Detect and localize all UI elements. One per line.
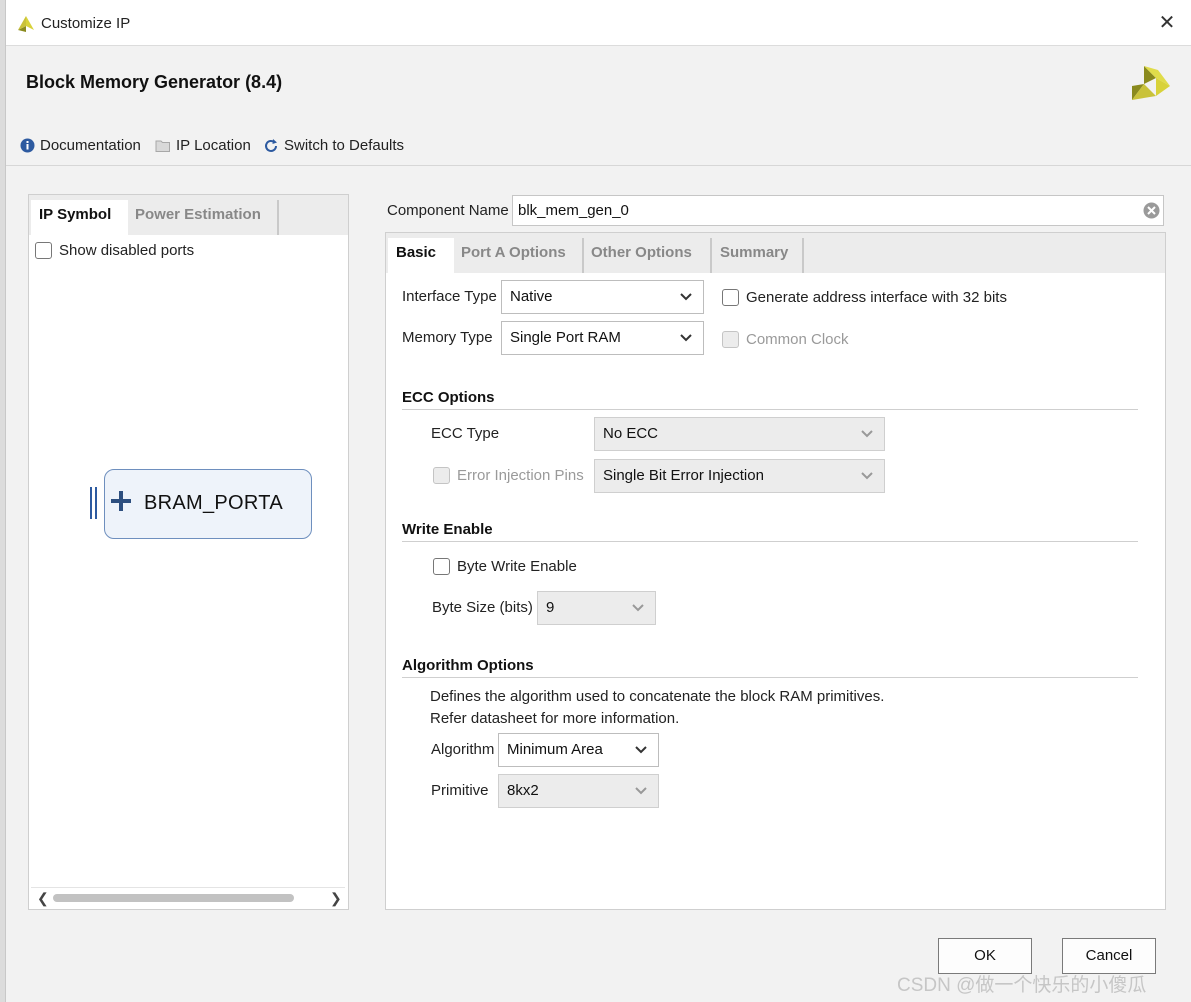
chevron-down-icon [861, 430, 873, 438]
chevron-down-icon [635, 787, 647, 795]
chevron-down-icon [680, 293, 692, 301]
checkbox-box[interactable] [722, 331, 739, 348]
generate-address-32-checkbox[interactable]: Generate address interface with 32 bits [722, 289, 1007, 306]
vivado-logo-icon [18, 16, 34, 32]
bram-porta-symbol[interactable]: BRAM_PORTA [104, 469, 312, 539]
ecc-type-value: No ECC [603, 425, 659, 442]
scroll-right-icon[interactable]: ❯ [330, 890, 342, 907]
primitive-select[interactable]: 8kx2 [498, 774, 659, 808]
algorithm-options-heading: Algorithm Options [402, 657, 534, 674]
byte-size-label: Byte Size (bits) [432, 599, 533, 616]
ip-symbol-panel: IP Symbol Power Estimation Show disabled… [28, 194, 349, 910]
chevron-down-icon [680, 334, 692, 342]
switch-to-defaults-label: Switch to Defaults [284, 137, 405, 154]
error-injection-pins-label: Error Injection Pins [457, 467, 584, 484]
write-enable-heading: Write Enable [402, 521, 493, 538]
algorithm-value: Minimum Area [507, 741, 603, 758]
tab-summary[interactable]: Summary [712, 238, 804, 273]
checkbox-box[interactable] [433, 558, 450, 575]
ecc-options-heading: ECC Options [402, 389, 495, 406]
interface-type-value: Native [510, 288, 553, 305]
right-tab-bar: Basic Port A Options Other Options Summa… [386, 233, 1165, 273]
scrollbar-thumb[interactable] [53, 894, 294, 902]
algorithm-select[interactable]: Minimum Area [498, 733, 659, 767]
component-name-label: Component Name [387, 202, 509, 219]
ip-title: Block Memory Generator (8.4) [26, 72, 283, 92]
switch-to-defaults-button[interactable]: Switch to Defaults [263, 137, 404, 154]
documentation-button[interactable]: Documentation [20, 137, 141, 154]
memory-type-value: Single Port RAM [510, 329, 621, 346]
settings-panel: Basic Port A Options Other Options Summa… [385, 232, 1166, 910]
component-name-input[interactable]: blk_mem_gen_0 [512, 195, 1164, 226]
memory-type-select[interactable]: Single Port RAM [501, 321, 704, 355]
byte-size-select[interactable]: 9 [537, 591, 656, 625]
common-clock-label: Common Clock [746, 331, 849, 348]
primitive-value: 8kx2 [507, 782, 539, 799]
port-bus-lines [90, 487, 97, 519]
customize-ip-dialog: Customize IP ✕ Block Memory Generator (8… [5, 0, 1191, 1002]
close-icon[interactable]: ✕ [1156, 12, 1178, 34]
folder-icon [155, 140, 170, 152]
byte-write-enable-label: Byte Write Enable [457, 558, 577, 575]
algorithm-label: Algorithm [431, 741, 495, 758]
tab-basic[interactable]: Basic [388, 238, 454, 273]
ip-location-button[interactable]: IP Location [155, 137, 251, 154]
documentation-label: Documentation [40, 137, 141, 154]
title-bar: Customize IP ✕ [6, 0, 1191, 46]
algorithm-description: Defines the algorithm used to concatenat… [430, 688, 885, 705]
dialog-header: Block Memory Generator (8.4) [6, 46, 1191, 126]
xilinx-logo-icon [1132, 66, 1170, 100]
interface-type-select[interactable]: Native [501, 280, 704, 314]
chevron-down-icon [632, 604, 644, 612]
primitive-label: Primitive [431, 782, 489, 799]
error-injection-value: Single Bit Error Injection [603, 467, 764, 484]
chevron-down-icon [635, 746, 647, 754]
toolbar: Documentation IP Location Switch to Defa… [6, 130, 1191, 166]
ip-location-label: IP Location [176, 137, 251, 154]
ok-button[interactable]: OK [938, 938, 1032, 974]
scroll-left-icon[interactable]: ❮ [37, 890, 49, 907]
expand-plus-icon[interactable] [110, 490, 132, 512]
watermark: CSDN @做一个快乐的小傻瓜 [897, 975, 1147, 996]
error-injection-select[interactable]: Single Bit Error Injection [594, 459, 885, 493]
section-divider [402, 541, 1138, 542]
memory-type-label: Memory Type [402, 329, 493, 346]
bram-porta-label: BRAM_PORTA [144, 492, 283, 514]
tab-power-estimation[interactable]: Power Estimation [127, 200, 279, 235]
left-tab-bar: IP Symbol Power Estimation [29, 195, 348, 235]
section-divider [402, 677, 1138, 678]
interface-type-label: Interface Type [402, 288, 497, 305]
cancel-button[interactable]: Cancel [1062, 938, 1156, 974]
info-icon [20, 138, 35, 153]
horizontal-scrollbar[interactable]: ❮ ❯ [31, 887, 345, 907]
byte-size-value: 9 [546, 599, 555, 616]
tab-other-options[interactable]: Other Options [583, 238, 712, 273]
error-injection-pins-checkbox[interactable]: Error Injection Pins [433, 467, 584, 484]
clear-icon[interactable] [1143, 202, 1160, 219]
symbol-canvas: BRAM_PORTA [31, 235, 345, 885]
refresh-icon [265, 138, 277, 152]
window-title: Customize IP [41, 15, 131, 32]
algorithm-datasheet-note: Refer datasheet for more information. [430, 710, 680, 727]
common-clock-checkbox[interactable]: Common Clock [722, 331, 849, 348]
byte-write-enable-checkbox[interactable]: Byte Write Enable [433, 558, 577, 575]
ecc-type-select[interactable]: No ECC [594, 417, 885, 451]
tab-port-a-options[interactable]: Port A Options [453, 238, 584, 273]
checkbox-box[interactable] [722, 289, 739, 306]
tab-ip-symbol[interactable]: IP Symbol [31, 200, 128, 235]
generate-address-32-label: Generate address interface with 32 bits [746, 289, 1007, 306]
section-divider [402, 409, 1138, 410]
checkbox-box[interactable] [433, 467, 450, 484]
chevron-down-icon [861, 472, 873, 480]
ecc-type-label: ECC Type [431, 425, 500, 442]
